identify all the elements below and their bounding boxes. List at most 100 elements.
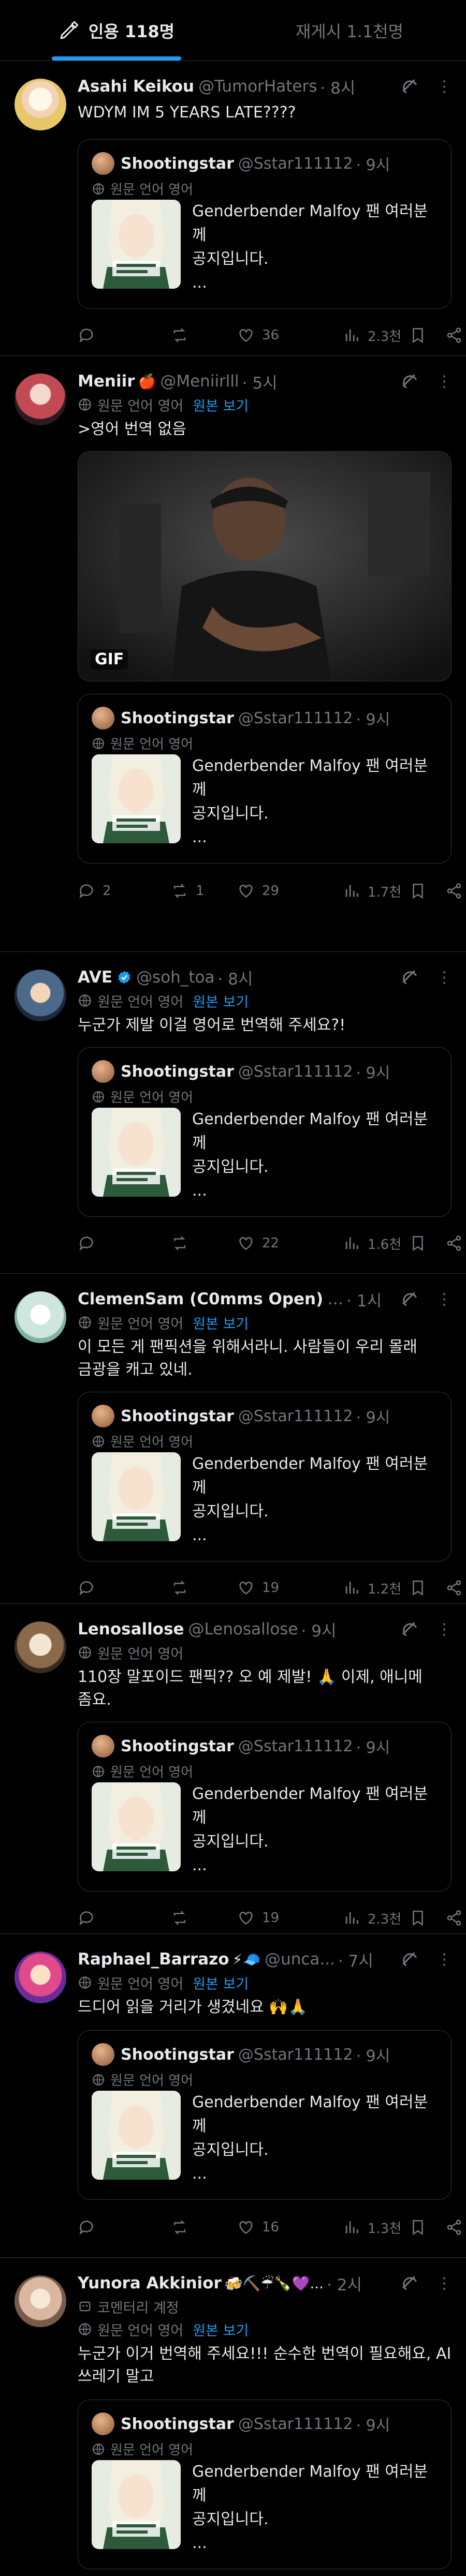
like-button[interactable]: 19 [237, 1909, 279, 1927]
grok-icon[interactable] [400, 1619, 419, 1639]
reply-button[interactable] [78, 1234, 103, 1252]
share-button[interactable] [445, 2218, 466, 2236]
repost-button[interactable] [171, 1234, 196, 1252]
quoted-tweet[interactable]: Shootingstar @Sstar111112 · 9시 원문 언어 영어 Ge… [78, 694, 452, 863]
more-icon[interactable]: ⋮ [436, 1289, 452, 1309]
avatar[interactable] [14, 1291, 66, 1343]
author-name[interactable]: Meniir [78, 372, 135, 391]
grok-icon[interactable] [400, 1949, 419, 1969]
author-handle[interactable]: @TumorHaters [198, 77, 317, 96]
avatar[interactable] [14, 79, 66, 130]
quoted-tweet[interactable]: Shootingstar @Sstar111112 · 9시 원문 언어 영어 Ge… [78, 1722, 452, 1892]
tweet[interactable]: Meniir 🍎 @Meniirlll · 5시 ⋮ 원문 언어 영어 원본 보기… [0, 356, 466, 952]
views-button[interactable]: 1.7천 [343, 882, 401, 901]
share-button[interactable] [445, 1579, 466, 1597]
tab-quotes[interactable]: 인용 118명 [0, 0, 233, 61]
show-original-link[interactable]: 원본 보기 [193, 395, 249, 415]
repost-button[interactable] [171, 1909, 196, 1927]
reply-button[interactable]: 2 [78, 882, 111, 900]
bookmark-button[interactable] [409, 2218, 434, 2236]
share-button[interactable] [445, 326, 466, 344]
author-handle[interactable]: @Lenosallose [188, 1620, 298, 1639]
show-original-link[interactable]: 원본 보기 [193, 2319, 249, 2340]
reply-button[interactable] [78, 326, 103, 344]
more-icon[interactable]: ⋮ [436, 1619, 452, 1639]
grok-icon[interactable] [400, 371, 419, 391]
like-button[interactable]: 29 [237, 882, 279, 900]
show-original-link[interactable]: 원본 보기 [193, 1973, 249, 1993]
tweet[interactable]: Asahi Keikou @TumorHaters · 8시 ⋮ WDYM IM… [0, 61, 466, 356]
reply-button[interactable] [78, 1909, 103, 1927]
repost-button[interactable] [171, 2218, 196, 2236]
tweet[interactable]: AVE @soh_toa · 8시 ⋮ 원문 언어 영어 원본 보기 누군가 제발… [0, 952, 466, 1274]
author-name[interactable]: Yunora Akkinior [78, 2274, 222, 2292]
author-handle[interactable]: … [327, 1290, 343, 1308]
avatar[interactable] [14, 970, 66, 1021]
grok-icon[interactable] [400, 967, 419, 987]
like-button[interactable]: 36 [237, 326, 279, 344]
author-name[interactable]: Asahi Keikou [78, 77, 194, 96]
post-time[interactable]: · 5시 [242, 370, 278, 393]
repost-button[interactable] [171, 1579, 196, 1597]
bookmark-button[interactable] [409, 1579, 434, 1597]
like-button[interactable]: 22 [237, 1234, 279, 1252]
views-button[interactable]: 1.3천 [343, 2218, 401, 2237]
avatar[interactable] [14, 1621, 66, 1673]
post-time[interactable]: · 8시 [217, 966, 253, 989]
reply-button[interactable] [78, 1579, 103, 1597]
share-button[interactable] [445, 882, 466, 900]
grok-icon[interactable] [400, 77, 419, 96]
quoted-tweet[interactable]: Shootingstar @Sstar111112 · 9시 원문 언어 영어 Ge… [78, 2400, 452, 2569]
tweet[interactable]: Lenosallose @Lenosallose · 9시 ⋮ 원문 언어 영어… [0, 1604, 466, 1934]
gif-media[interactable]: GIF [78, 451, 452, 681]
grok-icon[interactable] [400, 2273, 419, 2293]
author-name[interactable]: Raphael_Barrazo [78, 1950, 229, 1969]
quoted-tweet[interactable]: Shootingstar @Sstar111112 · 9시 원문 언어 영어 Ge… [78, 2030, 452, 2200]
avatar[interactable] [14, 374, 66, 425]
author-name[interactable]: Lenosallose [78, 1620, 184, 1639]
post-time[interactable]: · 1시 [346, 1288, 382, 1311]
bookmark-button[interactable] [409, 326, 434, 344]
repost-button[interactable] [171, 326, 196, 344]
avatar[interactable] [14, 2275, 66, 2327]
show-original-link[interactable]: 원본 보기 [193, 991, 249, 1011]
reply-button[interactable] [78, 2218, 103, 2236]
tab-reposts[interactable]: 재게시 1.1천명 [233, 0, 466, 61]
more-icon[interactable]: ⋮ [436, 77, 452, 96]
post-time[interactable]: · 9시 [301, 1618, 337, 1641]
quoted-tweet[interactable]: Shootingstar @Sstar111112 · 9시 원문 언어 영어 Ge… [78, 1047, 452, 1217]
views-button[interactable]: 2.3천 [343, 326, 401, 345]
post-time[interactable]: · 2시 [327, 2272, 362, 2295]
bookmark-button[interactable] [409, 882, 434, 900]
bookmark-button[interactable] [409, 1909, 434, 1927]
like-button[interactable]: 19 [237, 1579, 279, 1597]
grok-icon[interactable] [400, 1289, 419, 1309]
share-button[interactable] [445, 1234, 466, 1252]
show-original-link[interactable]: 원본 보기 [193, 1313, 249, 1333]
post-time[interactable]: · 7시 [338, 1948, 373, 1971]
post-time[interactable]: · 8시 [320, 75, 355, 98]
author-name[interactable]: ClemenSam (C0mms Open) [78, 1290, 323, 1308]
share-button[interactable] [445, 1909, 466, 1927]
tweet[interactable]: Raphael_Barrazo ⚡🧢 @unca... · 7시 ⋮ 원문 언어… [0, 1934, 466, 2258]
author-handle[interactable]: @Meniirlll [160, 372, 239, 391]
more-icon[interactable]: ⋮ [436, 2273, 452, 2293]
bookmark-button[interactable] [409, 1234, 434, 1252]
author-handle[interactable]: @unca... [265, 1950, 335, 1969]
more-icon[interactable]: ⋮ [436, 967, 452, 987]
tweet[interactable]: Yunora Akkinior 🍻⛏️☔🍾💜... · 2시 ⋮ 코멘터리 계정… [0, 2258, 466, 2576]
repost-button[interactable]: 1 [171, 882, 205, 900]
like-button[interactable]: 16 [237, 2218, 279, 2236]
tweet-text: 누군가 제발 이걸 영어로 번역해 주세요?! [78, 1016, 346, 1034]
views-button[interactable]: 1.6천 [343, 1234, 401, 1253]
views-button[interactable]: 1.2천 [343, 1579, 401, 1598]
quoted-tweet[interactable]: Shootingstar @Sstar111112 · 9시 원문 언어 영어 Ge… [78, 139, 452, 309]
more-icon[interactable]: ⋮ [436, 1949, 452, 1969]
quoted-tweet[interactable]: Shootingstar @Sstar111112 · 9시 원문 언어 영어 Ge… [78, 1392, 452, 1561]
tweet[interactable]: ClemenSam (C0mms Open) … · 1시 ⋮ 원문 언어 영어… [0, 1274, 466, 1604]
more-icon[interactable]: ⋮ [436, 371, 452, 391]
views-button[interactable]: 2.3천 [343, 1909, 401, 1928]
avatar[interactable] [14, 1952, 66, 2003]
author-handle[interactable]: @soh_toa [136, 968, 214, 987]
author-name[interactable]: AVE [78, 968, 112, 987]
